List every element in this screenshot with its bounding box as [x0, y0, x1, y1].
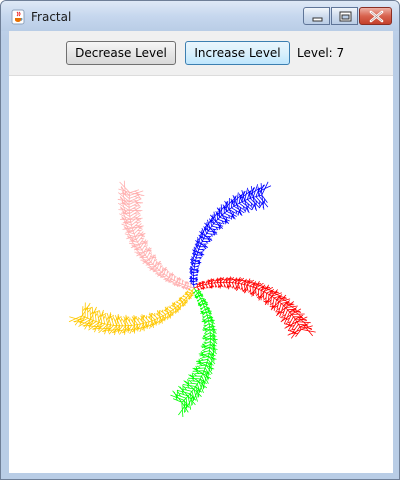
fractal-arm-pink — [117, 180, 195, 291]
fractal-arm-strokes — [68, 287, 195, 336]
close-button[interactable] — [359, 7, 392, 25]
close-icon — [369, 10, 384, 23]
fractal-arm-strokes — [193, 276, 316, 339]
minimize-icon — [312, 17, 323, 22]
fractal-canvas — [9, 76, 393, 473]
fractal-arm-green — [170, 287, 218, 418]
fractal-arm-yellow — [68, 287, 195, 336]
fractal-arm-strokes — [189, 181, 272, 289]
maximize-button[interactable] — [331, 7, 358, 25]
fractal-arm-strokes — [117, 180, 195, 291]
maximize-icon — [339, 11, 352, 22]
decrease-level-button[interactable]: Decrease Level — [66, 41, 176, 65]
control-panel: Decrease Level Increase Level Level: 7 — [9, 31, 393, 76]
fractal-drawing — [68, 180, 316, 418]
fractal-arm-strokes — [170, 287, 218, 418]
fractal-arm-blue — [189, 181, 272, 289]
content-pane: Decrease Level Increase Level Level: 7 — [9, 31, 393, 473]
title-bar[interactable]: Fractal — [1, 1, 399, 31]
window-title: Fractal — [31, 10, 72, 24]
fractal-arm-red — [193, 276, 316, 339]
increase-level-button[interactable]: Increase Level — [185, 41, 290, 65]
level-label: Level: 7 — [297, 46, 345, 60]
minimize-button[interactable] — [303, 7, 330, 25]
java-cup-icon — [11, 9, 25, 25]
app-window: Fractal Decrease Level Increase Level Le… — [0, 0, 400, 480]
